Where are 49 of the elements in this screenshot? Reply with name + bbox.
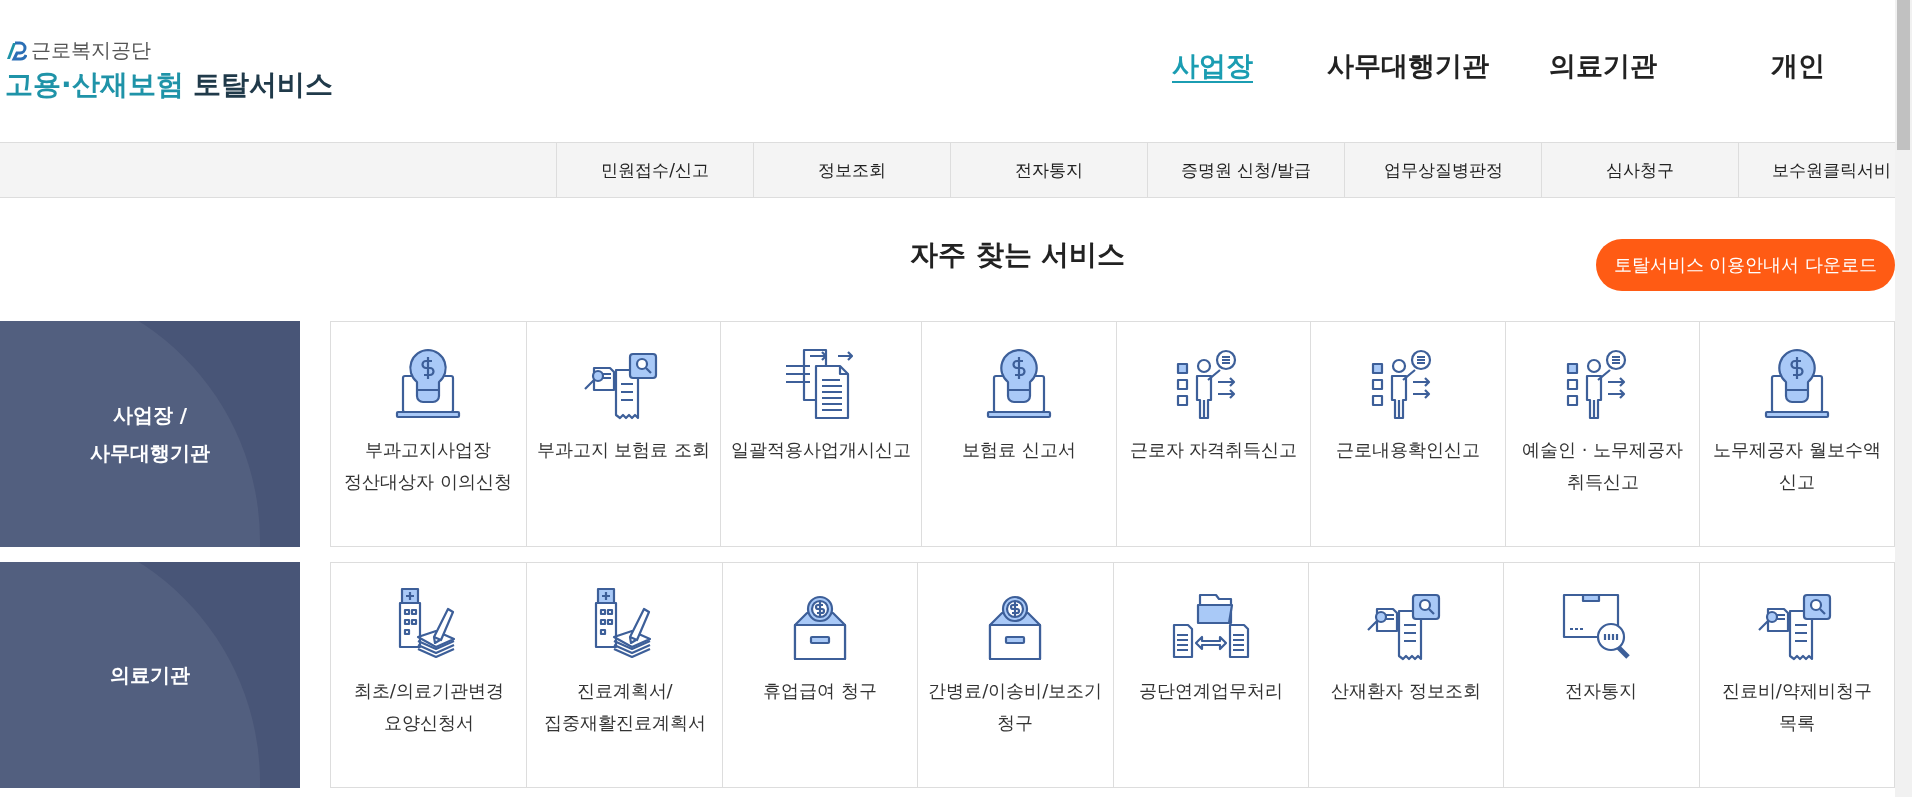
service-label: 산재환자 정보조회	[1330, 679, 1482, 703]
service-tile[interactable]: 부과고지 보험료 조회	[525, 322, 721, 546]
service-tile[interactable]: 노무제공자 월보수액 신고	[1699, 322, 1894, 546]
service-tile[interactable]: 진료계획서/집중재활진료계획서	[526, 563, 722, 787]
service-tile[interactable]: 휴업급여 청구	[721, 563, 918, 787]
service-label: 예술인 · 노무제공자 취득신고	[1521, 438, 1685, 494]
submenu-item[interactable]: 전자통지	[950, 143, 1147, 197]
service-tile[interactable]: 진료비/약제비청구 목록	[1698, 563, 1894, 787]
service-label: 근로내용확인신고	[1335, 438, 1482, 462]
service-label: 근로자 자격취득신고	[1128, 438, 1299, 462]
service-label: 간병료/이송비/보조기 청구	[927, 679, 1104, 735]
service-label: 진료비/약제비청구 목록	[1720, 679, 1873, 735]
category-title: 의료기관	[110, 662, 190, 689]
service-label: 전자통지	[1564, 679, 1639, 703]
scrollbar[interactable]	[1895, 0, 1912, 797]
service-tile[interactable]: 전자통지	[1503, 563, 1699, 787]
category-title: 사업장 / 사무대행기관	[90, 402, 210, 467]
logo-icon	[5, 40, 27, 61]
service-tile[interactable]: 근로내용확인신고	[1310, 322, 1505, 546]
nav-tab[interactable]: 사무대행기관	[1310, 48, 1505, 84]
submenu-item[interactable]: 증명원 신청/발급	[1147, 143, 1344, 197]
service-tile[interactable]: 최초/의료기관변경 요양신청서	[331, 563, 527, 787]
service-tile[interactable]: 일괄적용사업개시신고	[720, 322, 922, 546]
service-tile[interactable]: 근로자 자격취득신고	[1115, 322, 1311, 546]
service-label: 보험료 신고서	[961, 438, 1077, 462]
service-label: 진료계획서/집중재활진료계획서	[542, 679, 707, 735]
service-label: 휴업급여 청구	[762, 679, 878, 703]
service-label: 공단연계업무처리	[1137, 679, 1284, 703]
submenu-item[interactable]: 정보조회	[753, 143, 950, 197]
service-label: 최초/의료기관변경 요양신청서	[352, 679, 505, 735]
service-title: 토탈서비스	[192, 67, 333, 103]
service-tile[interactable]: 간병료/이송비/보조기 청구	[917, 563, 1113, 787]
service-tile[interactable]: 부과고지사업장 정산대상자 이의신청	[331, 322, 526, 546]
nav-tab[interactable]: 개인	[1700, 48, 1895, 84]
service-tile[interactable]: 산재환자 정보조회	[1307, 563, 1504, 787]
organization-name: 근로복지공단	[31, 37, 151, 64]
submenu-item[interactable]: 민원접수/신고	[556, 143, 753, 197]
service-label: 노무제공자 월보수액 신고	[1712, 438, 1883, 494]
service-tile[interactable]: 예술인 · 노무제공자 취득신고	[1504, 322, 1700, 546]
service-tile[interactable]: 공단연계업무처리	[1112, 563, 1308, 787]
submenu-item[interactable]: 업무상질병판정	[1344, 143, 1541, 197]
section-title: 자주 찾는 서비스	[910, 236, 1126, 273]
service-label: 부과고지 보험료 조회	[535, 438, 712, 462]
service-tile[interactable]: 보험료 신고서	[921, 322, 1116, 546]
service-title: 고용·산재보험	[5, 67, 184, 103]
service-label: 일괄적용사업개시신고	[730, 438, 913, 462]
nav-tab[interactable]: 의료기관	[1505, 48, 1700, 84]
service-label: 부과고지사업장 정산대상자 이의신청	[343, 438, 514, 494]
submenu-item[interactable]: 심사청구	[1541, 143, 1738, 197]
